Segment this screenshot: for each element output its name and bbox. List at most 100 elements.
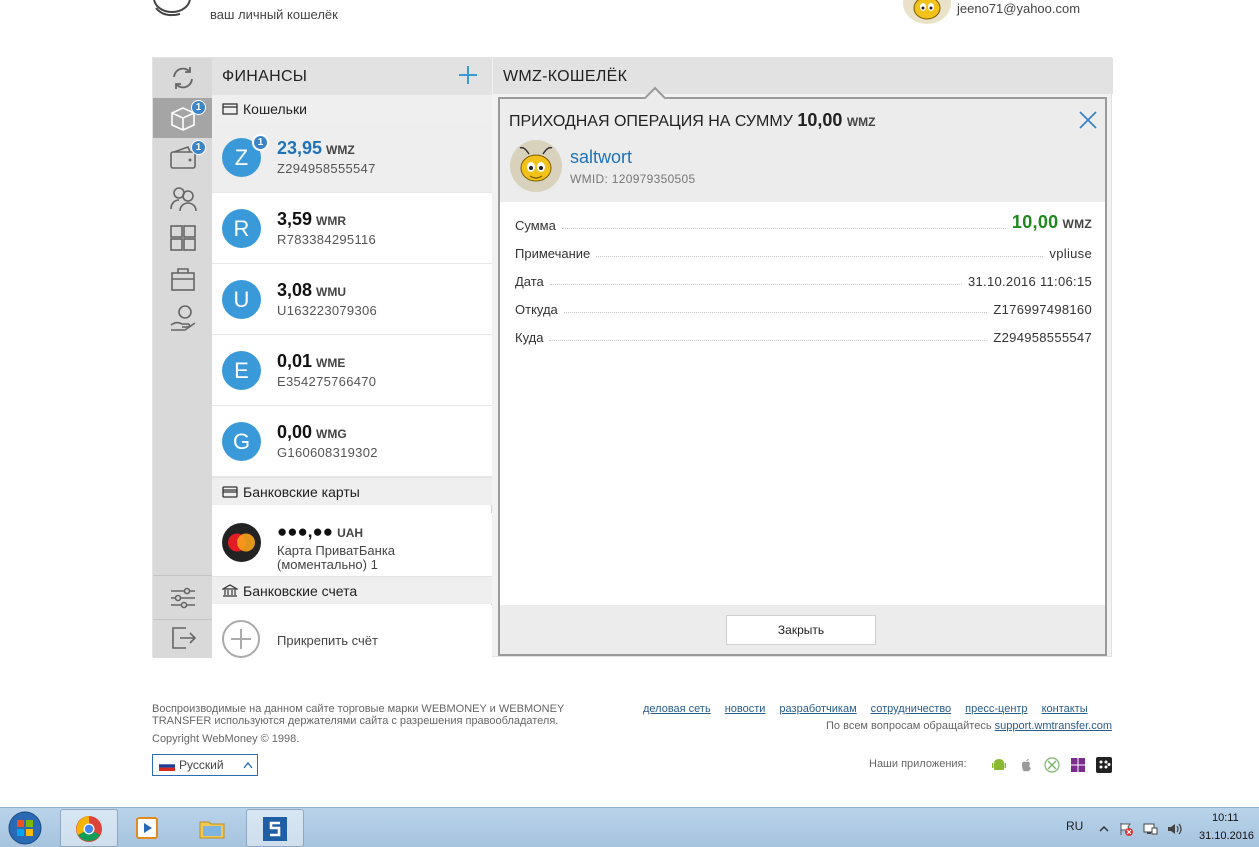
detail-row-to: Куда Z294958555547	[515, 325, 1092, 345]
wallet-currency: WMU	[316, 285, 347, 299]
footer-link[interactable]: сотрудничество	[871, 703, 952, 715]
user-email[interactable]: jeeno71@yahoo.com	[957, 1, 1080, 16]
finance-header: ФИНАНСЫ	[212, 58, 492, 94]
nav-logout[interactable]	[153, 618, 212, 658]
card-name: Карта ПриватБанка (моментально) 1	[277, 543, 396, 572]
android-icon[interactable]	[991, 757, 1007, 773]
wallets-section-label: Кошельки	[243, 101, 307, 117]
leader-dots	[549, 340, 988, 341]
apple-icon[interactable]	[1018, 757, 1034, 773]
footer-link[interactable]: пресс-центр	[965, 703, 1027, 715]
nav-settings[interactable]	[153, 578, 212, 618]
bank-small-icon	[222, 584, 238, 597]
taskbar-app[interactable]	[246, 809, 304, 847]
tray-time[interactable]: 10:11	[1212, 812, 1239, 824]
footer-link[interactable]: деловая сеть	[643, 703, 711, 715]
bank-card-item[interactable]: ●●●,●● UAH Карта ПриватБанка (моментально…	[212, 513, 492, 577]
taskbar-explorer[interactable]	[184, 809, 242, 847]
contacts-icon	[169, 187, 197, 212]
detail-label: Куда	[515, 330, 544, 345]
windows-taskbar: RU 10:11 31.10.2016	[0, 807, 1259, 847]
nav-credits[interactable]	[153, 298, 212, 338]
settings-icon	[170, 587, 195, 609]
wallet-letter-icon: G	[222, 422, 261, 461]
detail-value: 31.10.2016 11:06:15	[967, 274, 1092, 289]
footer-support: По всем вопросам обращайтесь support.wmt…	[826, 720, 1112, 732]
taskbar-media-player[interactable]	[120, 809, 178, 847]
wallet-wmu[interactable]: U 3,08 WMU U163223079306	[212, 264, 492, 335]
close-icon[interactable]	[1077, 109, 1099, 131]
nav-shop[interactable]	[153, 258, 212, 298]
accounts-section-header: Банковские счета	[212, 576, 492, 604]
tray-language[interactable]: RU	[1066, 819, 1083, 833]
nav-contacts[interactable]	[153, 178, 212, 218]
action-center-flag-icon[interactable]	[1118, 821, 1134, 837]
wallet-number: U163223079306	[277, 303, 378, 318]
shop-icon	[170, 268, 195, 291]
chevron-up-icon	[243, 761, 253, 769]
close-button[interactable]: Закрыть	[726, 615, 876, 645]
wallet-amount-value: 0,01	[277, 351, 313, 371]
app-s-icon	[263, 817, 287, 841]
dialog-header: ПРИХОДНАЯ ОПЕРАЦИЯ НА СУММУ 10,00 WMZ sa…	[500, 99, 1105, 202]
detail-row-note: Примечание vpliuse	[515, 241, 1092, 261]
wallet-number: Z294958555547	[277, 161, 376, 176]
refresh-icon	[172, 67, 193, 89]
leader-dots	[563, 312, 988, 313]
refresh-button[interactable]	[153, 58, 212, 98]
wallet-amount-value: 3,08	[277, 280, 313, 300]
logout-icon	[171, 627, 196, 649]
sum-amount: 10,00	[1011, 212, 1059, 232]
card-amount: ●●●,●● UAH	[277, 522, 363, 542]
wallet-amount: 0,00 WMG	[277, 422, 347, 443]
left-nav-bar: 1 1	[153, 58, 212, 658]
wallet-wmz[interactable]: Z 1 23,95 WMZ Z294958555547	[212, 122, 492, 193]
sender-name[interactable]: saltwort	[570, 147, 632, 168]
wallet-wme[interactable]: E 0,01 WME E354275766470	[212, 335, 492, 406]
cards-section-label: Банковские карты	[243, 484, 360, 500]
language-select[interactable]: Русский	[152, 754, 258, 776]
tray-chevron-up-icon[interactable]	[1096, 821, 1112, 837]
dialog-title-currency: WMZ	[846, 115, 876, 129]
volume-icon[interactable]	[1166, 821, 1182, 837]
attach-account-item[interactable]: Прикрепить счёт	[212, 605, 492, 658]
main-title: WMZ-КОШЕЛЁК	[503, 68, 628, 85]
wallet-currency: WMG	[316, 427, 347, 441]
taskbar-chrome[interactable]	[60, 809, 118, 847]
ant-avatar-icon	[519, 146, 553, 182]
xbox-icon[interactable]	[1044, 757, 1060, 773]
apps-label: Наши приложения:	[869, 758, 967, 770]
user-avatar[interactable]	[903, 0, 951, 24]
wallet-letter-icon: U	[222, 280, 261, 319]
network-icon[interactable]	[1142, 821, 1158, 837]
sum-currency: WMZ	[1062, 217, 1092, 231]
wallets-section-header: Кошельки	[212, 94, 492, 122]
windows-icon[interactable]	[1070, 757, 1086, 773]
wallet-wmg[interactable]: G 0,00 WMG G160608319302	[212, 406, 492, 477]
nav-wallets[interactable]: 1	[153, 138, 212, 178]
wallet-amount-value: 23,95	[277, 138, 323, 158]
blackberry-icon[interactable]	[1096, 757, 1112, 773]
footer-link[interactable]: контакты	[1042, 703, 1088, 715]
media-player-icon	[136, 817, 158, 839]
sender-wmid: WMID: 120979350505	[570, 172, 696, 186]
footer-link[interactable]: разработчикам	[779, 703, 856, 715]
dialog-footer: Закрыть	[500, 605, 1105, 654]
logo-subtitle: ваш личный кошелёк	[210, 7, 338, 22]
wallet-letter-icon: E	[222, 351, 261, 390]
nav-finance[interactable]: 1	[153, 98, 212, 138]
wallet-badge: 1	[252, 134, 269, 151]
support-link[interactable]: support.wmtransfer.com	[995, 720, 1112, 732]
nav-services[interactable]	[153, 218, 212, 258]
finance-title: ФИНАНСЫ	[222, 68, 308, 85]
dialog-title-amount: 10,00	[797, 110, 843, 130]
attach-account-label: Прикрепить счёт	[277, 633, 378, 648]
start-button-icon[interactable]	[4, 810, 46, 846]
tray-date[interactable]: 31.10.2016	[1199, 830, 1254, 842]
card-currency: UAH	[337, 526, 364, 540]
footer-link[interactable]: новости	[725, 703, 766, 715]
detail-row-date: Дата 31.10.2016 11:06:15	[515, 269, 1092, 289]
wallet-wmr[interactable]: R 3,59 WMR R783384295116	[212, 193, 492, 264]
wallet-amount-value: 3,59	[277, 209, 313, 229]
add-plus-icon[interactable]	[457, 64, 479, 86]
